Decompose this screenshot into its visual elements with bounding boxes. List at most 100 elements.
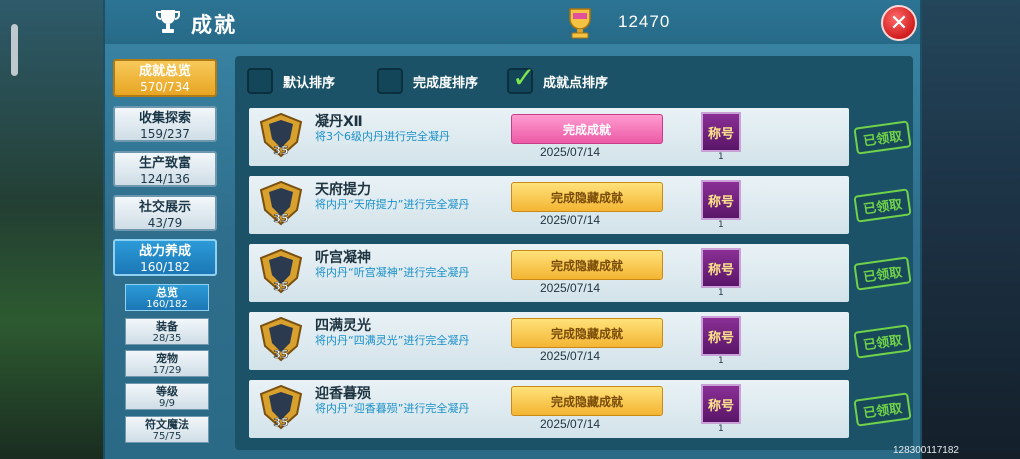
checkbox[interactable] bbox=[377, 68, 403, 94]
reward-count: 1 bbox=[718, 356, 724, 366]
category-label: 战力养成 bbox=[138, 244, 191, 259]
achievement-name: 四满灵光 bbox=[315, 318, 371, 334]
sort-completion[interactable]: 完成度排序 bbox=[377, 67, 478, 95]
check-icon: ✓ bbox=[512, 61, 536, 94]
completion-date: 2025/07/14 bbox=[540, 349, 601, 363]
achievement-desc: 将内丹“迎香暮殒”进行完全凝丹 bbox=[315, 402, 470, 415]
category-label: 生产致富 bbox=[138, 156, 191, 171]
subcategory-count: 9/9 bbox=[158, 398, 176, 409]
category-overview[interactable]: 成就总览 570/734 bbox=[113, 59, 217, 97]
header: 成就 12470 ✕ bbox=[105, 0, 920, 44]
checkbox[interactable] bbox=[247, 68, 273, 94]
category-count: 124/136 bbox=[140, 172, 190, 186]
reward-count: 1 bbox=[718, 424, 724, 434]
close-button[interactable]: ✕ bbox=[881, 5, 917, 41]
sort-bar: 默认排序 完成度排序 ✓ 成就点排序 bbox=[235, 56, 913, 104]
sort-label: 默认排序 bbox=[283, 75, 336, 91]
status-banner: 完成隐藏成就 bbox=[511, 386, 663, 416]
checkbox-checked[interactable]: ✓ bbox=[507, 64, 535, 94]
list-item: 35 四满灵光 将内丹“四满灵光”进行完全凝丹 完成隐藏成就 2025/07/1… bbox=[249, 312, 913, 370]
subcategory-count: 17/29 bbox=[152, 365, 182, 376]
achievement-desc: 将3个6级内丹进行完全凝丹 bbox=[315, 130, 450, 143]
claimed-badge[interactable]: 已领取 bbox=[849, 244, 917, 302]
category-collect[interactable]: 收集探索 159/237 bbox=[113, 106, 217, 142]
status-banner: 完成成就 bbox=[511, 114, 663, 144]
achievement-medal-icon: 35 bbox=[259, 248, 303, 294]
status-banner: 完成隐藏成就 bbox=[511, 250, 663, 280]
reward-count: 1 bbox=[718, 288, 724, 298]
completion-date: 2025/07/14 bbox=[540, 145, 601, 159]
medal-level: 35 bbox=[273, 416, 288, 429]
list-item: 35 凝丹Ⅻ 将3个6级内丹进行完全凝丹 完成成就 2025/07/14 称号 … bbox=[249, 108, 913, 166]
achievement-medal-icon: 35 bbox=[259, 180, 303, 226]
claimed-stamp: 已领取 bbox=[853, 255, 913, 291]
achievement-medal-icon: 35 bbox=[259, 112, 303, 158]
claimed-badge[interactable]: 已领取 bbox=[849, 312, 917, 370]
subcategory-label: 总览 bbox=[156, 286, 178, 299]
completion-date: 2025/07/14 bbox=[540, 417, 601, 431]
subcategory-label: 符文魔法 bbox=[145, 418, 189, 431]
subcategory-count: 75/75 bbox=[152, 431, 182, 442]
claimed-badge[interactable]: 已领取 bbox=[849, 176, 917, 234]
title-reward[interactable]: 称号 bbox=[701, 112, 741, 152]
title-reward[interactable]: 称号 bbox=[701, 316, 741, 356]
side-handle[interactable] bbox=[11, 24, 18, 76]
subcategory-pet[interactable]: 宠物 17/29 bbox=[125, 350, 209, 377]
medal-level: 35 bbox=[273, 212, 288, 225]
user-id: 128300117182 bbox=[893, 445, 959, 456]
subcategory-count: 160/182 bbox=[146, 299, 188, 310]
achievement-name: 迎香暮殒 bbox=[315, 386, 371, 402]
reward-count: 1 bbox=[718, 220, 724, 230]
claimed-stamp: 已领取 bbox=[853, 187, 913, 223]
achievement-medal-icon: 35 bbox=[259, 316, 303, 362]
status-banner: 完成隐藏成就 bbox=[511, 182, 663, 212]
achievement-desc: 将内丹“听宫凝神”进行完全凝丹 bbox=[315, 266, 470, 279]
sort-label: 完成度排序 bbox=[413, 75, 479, 91]
trophy-points-icon bbox=[569, 8, 591, 39]
achievement-points: 12470 bbox=[618, 12, 671, 31]
subcategory-rune-magic[interactable]: 符文魔法 75/75 bbox=[125, 416, 209, 443]
sort-default[interactable]: 默认排序 bbox=[247, 67, 335, 95]
achievement-name: 天府提力 bbox=[315, 182, 371, 198]
subcategory-count: 28/35 bbox=[152, 333, 182, 344]
list-item: 35 天府提力 将内丹“天府提力”进行完全凝丹 完成隐藏成就 2025/07/1… bbox=[249, 176, 913, 234]
category-power[interactable]: 战力养成 160/182 bbox=[113, 239, 217, 276]
title-reward[interactable]: 称号 bbox=[701, 384, 741, 424]
title-reward[interactable]: 称号 bbox=[701, 248, 741, 288]
claimed-stamp: 已领取 bbox=[853, 391, 913, 427]
claimed-badge[interactable]: 已领取 bbox=[849, 380, 917, 438]
category-social[interactable]: 社交展示 43/79 bbox=[113, 195, 217, 231]
completion-date: 2025/07/14 bbox=[540, 213, 601, 227]
category-label: 收集探索 bbox=[138, 111, 191, 126]
category-count: 570/734 bbox=[140, 80, 190, 94]
subcategory-label: 装备 bbox=[156, 320, 178, 333]
medal-level: 35 bbox=[273, 280, 288, 293]
status-banner: 完成隐藏成就 bbox=[511, 318, 663, 348]
claimed-stamp: 已领取 bbox=[853, 119, 913, 155]
background-right bbox=[915, 0, 1020, 459]
category-label: 社交展示 bbox=[138, 200, 191, 215]
subcategory-label: 等级 bbox=[156, 385, 178, 398]
subcategory-overview[interactable]: 总览 160/182 bbox=[125, 284, 209, 311]
completion-date: 2025/07/14 bbox=[540, 281, 601, 295]
sort-points[interactable]: ✓ 成就点排序 bbox=[507, 64, 609, 95]
category-count: 159/237 bbox=[140, 127, 190, 141]
achievement-desc: 将内丹“四满灵光”进行完全凝丹 bbox=[315, 334, 470, 347]
achievement-list-panel: 默认排序 完成度排序 ✓ 成就点排序 35 凝丹Ⅻ 将3个6级内丹进行完全凝丹 … bbox=[235, 56, 913, 450]
category-count: 160/182 bbox=[140, 260, 190, 274]
subcategory-level[interactable]: 等级 9/9 bbox=[125, 383, 209, 410]
achievement-panel: 成就 12470 ✕ 成就总览 570/734 收集探索 159/237 生产致… bbox=[103, 0, 922, 459]
subcategory-label: 宠物 bbox=[156, 352, 178, 365]
reward-count: 1 bbox=[718, 152, 724, 162]
medal-level: 35 bbox=[273, 144, 288, 157]
claimed-badge[interactable]: 已领取 bbox=[849, 108, 917, 166]
list-item: 35 听宫凝神 将内丹“听宫凝神”进行完全凝丹 完成隐藏成就 2025/07/1… bbox=[249, 244, 913, 302]
sort-label: 成就点排序 bbox=[543, 75, 609, 91]
category-count: 43/79 bbox=[147, 216, 183, 230]
subcategory-equipment[interactable]: 装备 28/35 bbox=[125, 318, 209, 345]
medal-level: 35 bbox=[273, 348, 288, 361]
title-reward[interactable]: 称号 bbox=[701, 180, 741, 220]
achievement-name: 听宫凝神 bbox=[315, 250, 371, 266]
trophy-icon bbox=[156, 10, 180, 33]
category-production[interactable]: 生产致富 124/136 bbox=[113, 151, 217, 187]
